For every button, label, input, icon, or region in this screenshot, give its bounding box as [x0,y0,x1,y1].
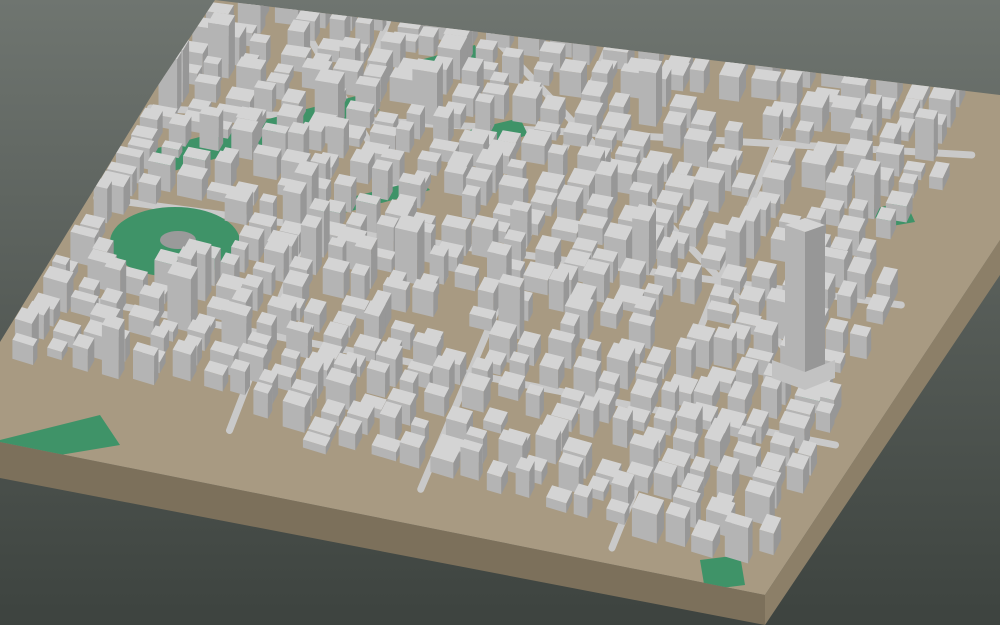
building-face-left [460,446,479,481]
building-face-left [322,267,344,299]
building-face-left [512,95,537,125]
building-face-left [138,181,156,205]
building-face-left [762,114,780,141]
building-face-left [724,521,749,564]
building-face-left [689,69,704,94]
building-face-left [515,467,530,498]
building-face-left [395,128,410,153]
building-face-left [676,346,692,379]
building-face-left [253,152,277,181]
building-face-left [475,100,491,133]
building-face-left [548,278,564,312]
building-face-left [663,122,681,149]
building-face-left [230,367,245,396]
building-face-left [786,465,804,494]
tower-left-face [785,225,805,375]
building-face-left [172,349,191,382]
building-face-left [366,367,386,398]
building-face-left [444,171,464,197]
building-face-left [815,410,830,433]
building-face-right [228,15,235,79]
building-face-left [418,35,434,57]
building-face-left [929,176,943,191]
building-face-left [461,193,476,220]
building-face-left [665,512,685,548]
building-face-left [837,294,851,319]
building-face-left [680,276,695,305]
building-face-left [875,218,891,240]
building-face-left [801,161,826,191]
building-face-left [253,389,268,419]
building-face-left [224,197,247,226]
building-face-left [751,78,777,101]
building-face-left [849,333,867,360]
building-face-right [933,110,938,162]
building-face-right [177,52,182,113]
building-face-left [713,336,732,369]
building-face-right [182,39,190,103]
building-face-right [118,319,125,380]
tower-right-face [805,225,825,375]
building-face-left [199,113,219,152]
building-face-left [573,493,588,519]
building-face-left [525,392,540,419]
building-face-left [915,116,934,162]
building-face-left [638,70,656,127]
building-face-left [612,417,628,449]
building-face-right [519,278,525,340]
building-face-left [719,74,739,102]
building-face-left [759,529,774,556]
city-model-viewport[interactable] [0,0,1000,625]
building-face-left [101,324,119,380]
building-face-left [72,344,88,372]
building-face-left [389,76,415,105]
building-face-left [579,407,594,438]
building-face-left [372,167,388,201]
building-face-left [412,287,434,318]
building-face-left [795,129,810,144]
building-face-left [559,70,581,98]
